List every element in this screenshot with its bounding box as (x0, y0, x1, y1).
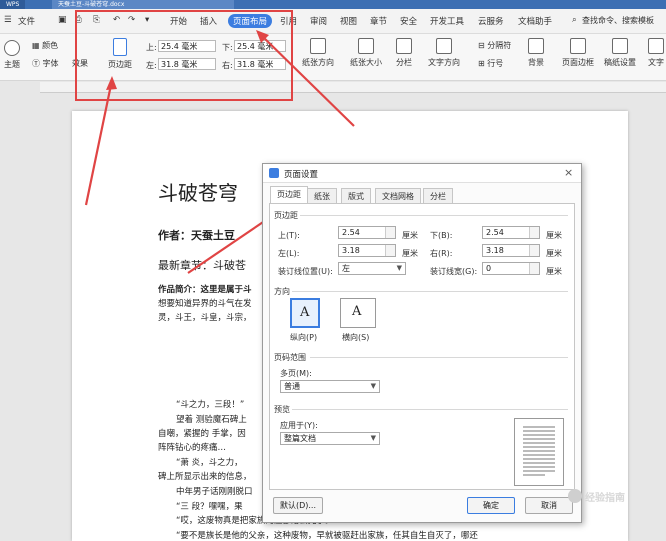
divider (300, 215, 568, 216)
gutter-position-select[interactable]: 左 ▼ (338, 262, 406, 275)
page-setup-dialog: 页面设置 × 页边距 纸张 版式 文档网格 分栏 页边距 上(T): 2.54 … (262, 163, 582, 523)
arrow-to-margins (84, 79, 114, 206)
divider (292, 409, 568, 410)
preview-lines (523, 426, 555, 476)
dialog-titlebar: 页面设置 × (263, 164, 581, 183)
margins-panel: 页边距 上(T): 2.54 厘米 下(B): 2.54 厘米 左(L): 3.… (269, 203, 575, 490)
tab-margins[interactable]: 页边距 (270, 186, 308, 204)
chevron-down-icon: ▼ (370, 382, 376, 390)
gutter-width-label: 装订线宽(G): (430, 267, 478, 276)
bottom-margin-unit[interactable]: 厘米 (546, 230, 562, 241)
tab-paper[interactable]: 纸张 (307, 188, 337, 204)
right-margin-unit[interactable]: 厘米 (546, 248, 562, 259)
apply-to-value: 整篇文档 (284, 434, 316, 443)
default-button[interactable]: 默认(D)... (273, 497, 323, 514)
close-icon[interactable]: × (564, 166, 573, 179)
portrait-option[interactable]: A (290, 298, 320, 328)
landscape-icon: A (352, 304, 362, 319)
tab-doc-grid[interactable]: 文档网格 (375, 188, 421, 204)
gutter-position-label: 装订线位置(U): (278, 267, 333, 276)
margins-section-title: 页边距 (274, 211, 298, 220)
ok-button[interactable]: 确定 (467, 497, 515, 514)
divider (310, 357, 568, 358)
right-margin-label: 右(R): (430, 249, 453, 258)
top-margin-input[interactable]: 2.54 (338, 226, 396, 239)
divider (292, 291, 568, 292)
landscape-option[interactable]: A (340, 298, 376, 328)
right-margin-input[interactable]: 3.18 (482, 244, 540, 257)
pages-section-title: 页码范围 (274, 353, 306, 362)
chevron-down-icon: ▼ (370, 434, 376, 442)
bottom-margin-input[interactable]: 2.54 (482, 226, 540, 239)
apply-to-label: 应用于(Y): (280, 421, 318, 430)
portrait-icon: A (300, 305, 310, 320)
tab-columns[interactable]: 分栏 (423, 188, 453, 204)
gutter-width-input[interactable]: 0 (482, 262, 540, 275)
bottom-margin-label: 下(B): (430, 231, 453, 240)
arrow-to-page-layout (259, 33, 355, 127)
gutter-position-value: 左 (342, 264, 350, 273)
left-margin-unit[interactable]: 厘米 (402, 248, 418, 259)
top-margin-label: 上(T): (278, 231, 300, 240)
landscape-label: 横向(S) (342, 333, 370, 342)
left-margin-input[interactable]: 3.18 (338, 244, 396, 257)
gutter-width-unit[interactable]: 厘米 (546, 266, 562, 277)
watermark-text: 经验指南 (585, 493, 625, 504)
apply-to-select[interactable]: 整篇文档 ▼ (280, 432, 380, 445)
multiple-pages-value: 普通 (284, 382, 300, 391)
cancel-button[interactable]: 取消 (525, 497, 573, 514)
wps-logo-icon (269, 168, 279, 178)
arrow-head (106, 76, 117, 90)
page-preview (514, 418, 564, 486)
multiple-pages-select[interactable]: 普通 ▼ (280, 380, 380, 393)
top-margin-unit[interactable]: 厘米 (402, 230, 418, 241)
watermark-logo-icon (568, 489, 582, 503)
left-margin-label: 左(L): (278, 249, 300, 258)
portrait-label: 纵向(P) (290, 333, 318, 342)
preview-section-title: 预览 (274, 405, 290, 414)
tab-layout[interactable]: 版式 (341, 188, 371, 204)
multiple-pages-label: 多页(M): (280, 369, 312, 378)
dialog-title: 页面设置 (284, 170, 319, 180)
orientation-section-title: 方向 (274, 287, 290, 296)
chevron-down-icon: ▼ (396, 264, 402, 272)
